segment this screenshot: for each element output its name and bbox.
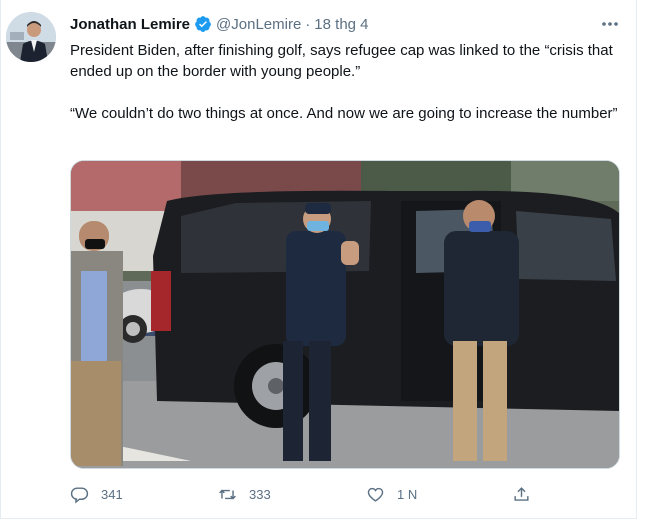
photo-scene bbox=[71, 161, 619, 468]
author-handle[interactable]: @JonLemire bbox=[216, 16, 301, 33]
tweet-date[interactable]: 18 thg 4 bbox=[314, 16, 368, 33]
tweet-actions: 341 333 1 N bbox=[70, 483, 540, 505]
retweet-count: 333 bbox=[249, 486, 271, 502]
tweet-photo[interactable] bbox=[70, 160, 620, 469]
tweet-card[interactable]: Jonathan Lemire @JonLemire · 18 thg 4 Pr… bbox=[0, 0, 637, 519]
more-options-icon[interactable] bbox=[599, 14, 621, 34]
retweet-button[interactable]: 333 bbox=[218, 483, 271, 505]
like-button[interactable]: 1 N bbox=[366, 483, 417, 505]
author-name[interactable]: Jonathan Lemire bbox=[70, 16, 190, 33]
avatar[interactable] bbox=[6, 12, 56, 62]
tweet-header: Jonathan Lemire @JonLemire · 18 thg 4 bbox=[70, 14, 369, 34]
reply-button[interactable]: 341 bbox=[70, 483, 123, 505]
share-icon bbox=[514, 486, 529, 501]
reply-icon bbox=[70, 486, 89, 503]
tweet-text-paragraph-2: “We couldn’t do two things at once. And … bbox=[70, 105, 618, 122]
header-separator: · bbox=[305, 15, 311, 33]
like-count: 1 N bbox=[397, 486, 418, 502]
reply-count: 341 bbox=[101, 486, 123, 502]
tweet-text: President Biden, after finishing golf, s… bbox=[70, 40, 625, 124]
share-button[interactable] bbox=[512, 483, 543, 505]
like-icon bbox=[367, 487, 384, 502]
tweet-text-paragraph-1: President Biden, after finishing golf, s… bbox=[70, 42, 613, 80]
avatar-photo bbox=[6, 12, 56, 62]
verified-badge-icon bbox=[194, 15, 212, 33]
retweet-icon bbox=[219, 489, 236, 499]
